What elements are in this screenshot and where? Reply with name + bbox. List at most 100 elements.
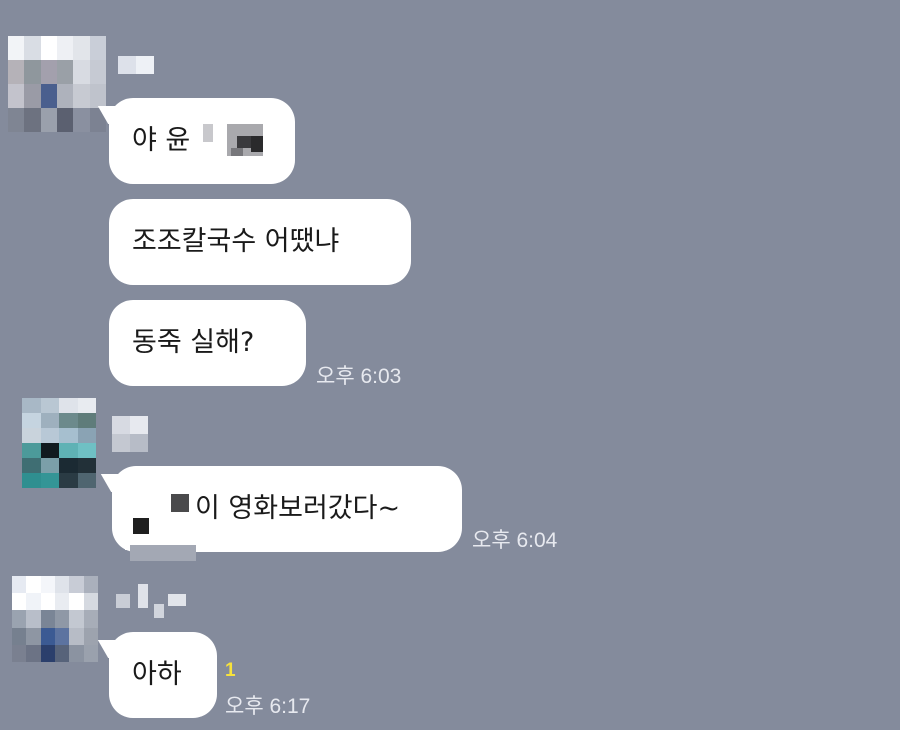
avatar[interactable]	[12, 576, 98, 662]
redaction-block	[130, 545, 196, 561]
avatar-pixel	[59, 428, 78, 443]
avatar-pixel	[22, 428, 41, 443]
message-text: 아하	[132, 659, 182, 690]
avatar-pixel	[40, 84, 57, 108]
avatar-pixel	[77, 443, 96, 458]
message-timestamp: 오후 6:03	[316, 365, 402, 388]
avatar-pixel	[22, 443, 41, 458]
message-bubble[interactable]: 아하	[109, 632, 217, 718]
message-bubble[interactable]: 야 윤	[109, 98, 295, 184]
avatar-pixel	[69, 593, 84, 611]
avatar-pixel	[73, 84, 90, 108]
sender-name	[118, 56, 154, 74]
avatar-pixel	[77, 428, 96, 443]
avatar-pixel	[26, 627, 41, 645]
message-text: 이 영화보러갔다~	[195, 493, 401, 524]
avatar-pixel	[83, 627, 98, 645]
avatar-pixel	[59, 473, 78, 488]
avatar-pixel	[40, 108, 57, 132]
avatar-pixel	[26, 576, 41, 594]
avatar-pixel	[40, 428, 59, 443]
sender-name	[116, 584, 186, 618]
avatar-pixel	[57, 84, 74, 108]
avatar-pixel	[40, 443, 59, 458]
avatar-pixel	[12, 644, 27, 662]
avatar-pixel	[59, 458, 78, 473]
censored-name	[125, 479, 191, 550]
avatar-pixel	[59, 398, 78, 413]
avatar-pixel	[24, 84, 41, 108]
avatar-pixel	[26, 644, 41, 662]
avatar-pixel	[40, 398, 59, 413]
message-timestamp: 오후 6:04	[472, 529, 558, 552]
avatar-pixel	[40, 36, 57, 60]
avatar-pixel	[83, 644, 98, 662]
avatar-pixel	[59, 443, 78, 458]
avatar-pixel	[77, 398, 96, 413]
avatar-pixel	[40, 576, 55, 594]
sender-name	[112, 416, 148, 452]
avatar-pixel	[54, 627, 70, 645]
avatar[interactable]	[22, 398, 96, 488]
message-bubble[interactable]: 이 영화보러갔다~	[112, 466, 462, 552]
avatar-pixel	[22, 473, 41, 488]
avatar-pixel	[12, 576, 27, 594]
avatar-pixel	[89, 36, 106, 60]
avatar-pixel	[69, 644, 84, 662]
avatar-pixel	[69, 627, 84, 645]
avatar-pixel	[8, 84, 25, 108]
avatar-pixel	[24, 60, 41, 84]
avatar-pixel	[69, 610, 84, 628]
avatar-pixel	[40, 593, 55, 611]
avatar-pixel	[24, 36, 41, 60]
avatar-pixel	[59, 413, 78, 428]
avatar-pixel	[40, 610, 55, 628]
avatar-pixel	[83, 593, 98, 611]
avatar-pixel	[77, 473, 96, 488]
avatar-pixel	[77, 413, 96, 428]
message-timestamp: 오후 6:17	[225, 695, 311, 718]
avatar-pixel	[8, 36, 25, 60]
censored-name	[202, 122, 279, 162]
avatar-pixel	[77, 458, 96, 473]
avatar-pixel	[40, 473, 59, 488]
message-text: 동죽 실해?	[132, 327, 255, 358]
unread-count-badge: 1	[225, 660, 236, 681]
avatar-pixel	[54, 593, 70, 611]
avatar-pixel	[54, 576, 70, 594]
avatar-pixel	[40, 627, 55, 645]
avatar-pixel	[26, 610, 41, 628]
avatar-pixel	[40, 413, 59, 428]
avatar-pixel	[12, 627, 27, 645]
avatar-pixel	[24, 108, 41, 132]
avatar-pixel	[89, 60, 106, 84]
avatar[interactable]	[8, 36, 106, 132]
avatar-pixel	[22, 413, 41, 428]
avatar-pixel	[8, 108, 25, 132]
chat-room: 야 윤 조조칼국수 어땠냐 동죽 실해? 오후 6:03 이 영화보러갔다~ 오…	[0, 0, 900, 730]
avatar-pixel	[54, 610, 70, 628]
avatar-pixel	[57, 36, 74, 60]
avatar-pixel	[73, 108, 90, 132]
message-bubble[interactable]: 동죽 실해?	[109, 300, 306, 386]
avatar-pixel	[8, 60, 25, 84]
avatar-pixel	[89, 84, 106, 108]
avatar-pixel	[73, 60, 90, 84]
avatar-pixel	[83, 576, 98, 594]
avatar-pixel	[12, 593, 27, 611]
avatar-pixel	[26, 593, 41, 611]
message-text: 조조칼국수 어땠냐	[132, 226, 340, 257]
avatar-pixel	[57, 108, 74, 132]
avatar-pixel	[57, 60, 74, 84]
avatar-pixel	[73, 36, 90, 60]
message-text: 야 윤	[132, 125, 191, 156]
avatar-pixel	[12, 610, 27, 628]
avatar-pixel	[83, 610, 98, 628]
avatar-pixel	[40, 644, 55, 662]
avatar-pixel	[22, 458, 41, 473]
avatar-pixel	[40, 60, 57, 84]
avatar-pixel	[54, 644, 70, 662]
message-bubble[interactable]: 조조칼국수 어땠냐	[109, 199, 411, 285]
avatar-pixel	[22, 398, 41, 413]
avatar-pixel	[40, 458, 59, 473]
